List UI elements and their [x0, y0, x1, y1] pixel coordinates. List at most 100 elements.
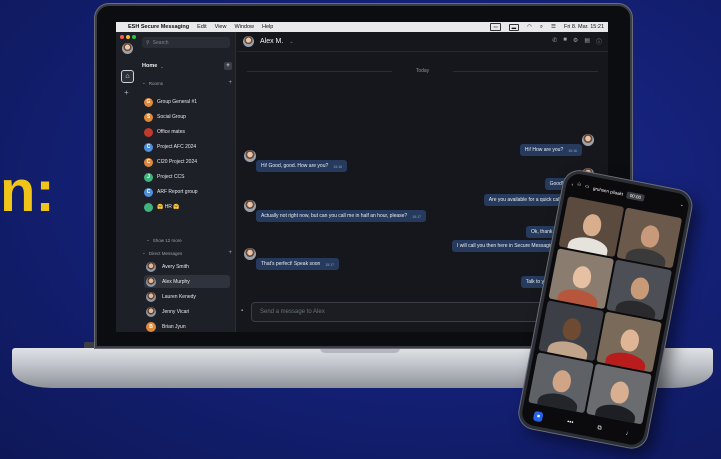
wifi-icon[interactable]: ◠: [527, 24, 532, 30]
incoming-message[interactable]: Actually not right now, but can you call…: [256, 210, 426, 222]
participant-tile[interactable]: [528, 352, 594, 414]
participant-face: [570, 264, 593, 290]
participant-tile[interactable]: [596, 311, 662, 373]
room-item[interactable]: C Project AFC 2024: [144, 141, 230, 153]
room-label: Project CCS: [157, 174, 185, 180]
user-avatar[interactable]: [122, 43, 133, 54]
room-label: ARF Report group: [157, 189, 198, 195]
participant-tile[interactable]: [548, 248, 615, 310]
room-item[interactable]: G Group General #1: [144, 96, 230, 108]
participant-tile[interactable]: [616, 207, 683, 269]
dm-label: Jenny Vicari: [162, 308, 190, 315]
more-icon[interactable]: •••: [566, 419, 573, 426]
call-timer: 00:00: [626, 190, 645, 202]
dm-section-header[interactable]: ⌄ Direct Messages +: [142, 250, 232, 256]
close-window-icon[interactable]: [120, 35, 124, 39]
show-more-label: Show 12 more: [152, 237, 182, 243]
chat-header: Alex M. ⌄ ✆ ■ ⚙ ▤ ⓘ: [237, 32, 608, 52]
dm-item[interactable]: Alex Murphy: [144, 275, 230, 288]
incoming-message[interactable]: That's perfect! Speak soon 15:17: [256, 258, 340, 270]
outgoing-message[interactable]: Hi! How are you? 15:16: [519, 144, 582, 156]
home-header[interactable]: Home ⌄ +: [142, 61, 232, 71]
message-text: Hi! Good, good. How are you?: [261, 163, 329, 169]
dm-item[interactable]: B Brian Jyun: [144, 320, 230, 332]
settings-icon[interactable]: ⚙: [573, 37, 578, 46]
home-add-button[interactable]: +: [224, 62, 232, 70]
participants-icon[interactable]: ⚇: [577, 182, 582, 189]
dm-avatar: [146, 261, 156, 272]
room-item[interactable]: C ARF Report group: [144, 186, 230, 198]
menu-help[interactable]: Help: [262, 24, 273, 30]
message-avatar[interactable]: [244, 150, 256, 162]
menu-view[interactable]: View: [215, 24, 227, 30]
message-time: 15:17: [412, 215, 421, 219]
room-label: Social Group: [157, 114, 186, 120]
chevron-down-icon[interactable]: ⌄: [679, 202, 685, 209]
dm-item[interactable]: Avery Smith: [144, 260, 230, 273]
camera-button[interactable]: ■: [533, 410, 544, 423]
room-avatar: [144, 202, 153, 212]
back-icon[interactable]: ‹: [571, 181, 573, 186]
message-avatar[interactable]: [582, 134, 594, 146]
incoming-message[interactable]: Hi! Good, good. How are you? 15:16: [256, 160, 348, 172]
add-space-icon[interactable]: +: [124, 88, 129, 97]
room-avatar: C: [144, 142, 153, 152]
room-avatar: C: [144, 157, 153, 167]
chevron-down-icon[interactable]: ⌄: [289, 39, 293, 45]
composer-placeholder: Send a message to Alex: [260, 309, 325, 315]
chat-avatar[interactable]: [243, 36, 254, 47]
battery-icon[interactable]: ▬: [508, 23, 520, 31]
room-item[interactable]: C CI20 Project 2024: [144, 156, 230, 168]
participant-tile[interactable]: [606, 259, 673, 321]
room-avatar: S: [144, 112, 153, 122]
room-item[interactable]: 🤗 HR 🤗: [144, 201, 230, 213]
video-call-icon[interactable]: ■: [563, 37, 567, 46]
message-text: Good!: [549, 181, 564, 187]
participant-face: [628, 275, 651, 301]
microphone-icon[interactable]: ♩: [625, 431, 632, 438]
chevron-down-icon: ⌄: [160, 63, 164, 69]
dm-item[interactable]: Lauren Kenedy: [144, 290, 230, 303]
rooms-label: Rooms: [148, 80, 164, 86]
message-text: That's perfect! Speak soon: [261, 261, 321, 267]
chat-title[interactable]: Alex M.: [260, 38, 283, 45]
voice-call-icon[interactable]: ✆: [552, 37, 557, 46]
screen-share-icon[interactable]: ⧉: [597, 425, 602, 433]
participant-tile[interactable]: [538, 300, 604, 362]
rooms-section-header[interactable]: ⌄ Rooms +: [142, 80, 232, 86]
room-item[interactable]: Office mates: [144, 126, 230, 138]
dm-item[interactable]: Jenny Vicari: [144, 305, 230, 318]
message-avatar[interactable]: [244, 200, 256, 212]
add-dm-icon[interactable]: +: [228, 250, 232, 256]
room-label: CI20 Project 2024: [157, 159, 198, 165]
mac-menubar: ESH Secure Messaging Edit View Window He…: [116, 22, 608, 32]
message-text: Are you available for a quick call?: [488, 197, 564, 203]
attach-icon[interactable]: ▪: [241, 308, 243, 314]
room-avatar: J: [144, 172, 153, 182]
threads-icon[interactable]: ▤: [584, 37, 590, 46]
message-avatar[interactable]: [244, 248, 256, 260]
dm-label: Brian Jyun: [162, 323, 186, 330]
participant-tile[interactable]: [586, 363, 652, 425]
info-icon[interactable]: ⓘ: [596, 37, 602, 46]
spotlight-icon[interactable]: ⌕: [540, 24, 543, 31]
control-center-icon[interactable]: ☰: [551, 24, 556, 30]
menu-clock[interactable]: Fri 8. Mar. 15:21: [564, 24, 604, 30]
room-label: Office mates: [157, 129, 185, 135]
home-space-icon[interactable]: ⌂: [121, 70, 134, 83]
participant-face: [580, 212, 603, 238]
keyboard-icon[interactable]: ▭: [490, 23, 501, 31]
minimize-window-icon[interactable]: [126, 35, 130, 39]
chat-icon[interactable]: ▭: [584, 183, 590, 190]
menu-window[interactable]: Window: [234, 24, 254, 30]
search-input[interactable]: ⚲ Search: [142, 37, 230, 48]
participant-tile[interactable]: [558, 196, 625, 258]
show-more-rooms[interactable]: ⌄ Show 12 more: [146, 237, 236, 243]
room-item[interactable]: J Project CCS: [144, 171, 230, 183]
room-item[interactable]: S Social Group: [144, 111, 230, 123]
fullscreen-window-icon[interactable]: [132, 35, 136, 39]
menu-edit[interactable]: Edit: [197, 24, 206, 30]
message-text: I will call you then here in Secure Mess…: [456, 243, 564, 249]
menu-app-name[interactable]: ESH Secure Messaging: [128, 24, 189, 30]
add-room-icon[interactable]: +: [228, 80, 232, 86]
